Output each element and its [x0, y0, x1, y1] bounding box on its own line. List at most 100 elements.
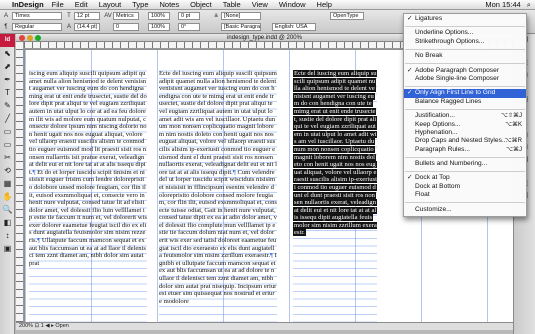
zoom-window-icon[interactable]	[35, 35, 41, 41]
menu-item-drop-caps-and-nested-styles[interactable]: Drop Caps and Nested Styles... ⌥⌘R	[404, 137, 526, 145]
menu-item-customize[interactable]: Customize...	[404, 206, 526, 214]
swap-colors-icon[interactable]: ↕	[0, 229, 15, 242]
pilcrow-icon: ¶	[269, 252, 273, 260]
menu-item-shortcut: ⌥⌘R	[504, 138, 522, 145]
character-style-field[interactable]: [None]	[221, 12, 261, 20]
menu-separator	[405, 25, 525, 27]
menu-layout[interactable]: Layout	[99, 0, 122, 9]
column-1-text-c: Ullatpute faccum mamcon sequat et ex aut…	[29, 237, 146, 267]
menu-item-balance-ragged-lines[interactable]: Balance Ragged Lines	[404, 98, 526, 106]
leading-field[interactable]: (14.4 pt)	[74, 23, 100, 31]
menu-item-label: Bullets and Numbering...	[415, 160, 488, 168]
menu-item-adobe-paragraph-composer[interactable]: ✓ Adobe Paragraph Composer	[404, 67, 526, 75]
menu-item-label: Drop Caps and Nested Styles...	[415, 137, 508, 145]
fill-stroke-icon[interactable]: ◧	[0, 216, 15, 229]
menu-bar: InDesign File Edit Layout Type Notes Obj…	[0, 0, 535, 10]
gradient-tool-icon[interactable]: ▦	[0, 177, 15, 190]
app-menu[interactable]: InDesign	[12, 0, 44, 9]
close-window-icon[interactable]	[19, 35, 25, 41]
text-column-1[interactable]: iscing eum aliquip suscili quipsum adipi…	[29, 70, 147, 322]
menu-item-underline-options[interactable]: Underline Options...	[404, 29, 526, 37]
font-size-field[interactable]: 12 pt	[74, 12, 100, 20]
language-field[interactable]: English: USA	[272, 23, 316, 31]
menu-item-float[interactable]: Float	[404, 191, 526, 199]
selection-tool-icon[interactable]: ⬉	[0, 47, 15, 60]
menu-separator	[405, 156, 525, 158]
menu-item-hyphenation[interactable]: Hyphenation...	[404, 129, 526, 137]
horizontal-scale-field[interactable]: 100%	[148, 23, 170, 31]
control-panel-flyout-menu: ✓ Ligatures Underline Options... Strikethro…	[403, 13, 527, 217]
vertical-ruler[interactable]	[16, 42, 24, 322]
rotate-tool-icon[interactable]: ⟲	[0, 164, 15, 177]
menu-file[interactable]: File	[52, 0, 64, 9]
pencil-tool-icon[interactable]: ✎	[0, 99, 15, 112]
tracking-field[interactable]: 0	[113, 23, 139, 31]
checkmark-icon: ✓	[407, 15, 413, 22]
menu-separator	[405, 85, 525, 87]
text-column-3-selected[interactable]: Ecte del iuscing eum aliquip suscili qui…	[293, 70, 377, 322]
menu-help[interactable]: Help	[317, 0, 332, 9]
rectangle-tool-icon[interactable]: ▭	[0, 138, 15, 151]
menu-item-no-break[interactable]: No Break	[404, 52, 526, 60]
column-3-text: Ecte del iuscing eum aliquip suscili qui…	[293, 70, 377, 237]
pilcrow-icon: ¶	[32, 168, 36, 176]
leading-icon: A	[66, 24, 71, 30]
baseline-shift-field[interactable]: 0 pt	[178, 12, 200, 20]
menu-item-justification[interactable]: Justification... ⌥⇧⌘J	[404, 112, 526, 120]
status-bar[interactable]: 200% ⊡ 1 ◀ ▸ Open	[16, 322, 513, 330]
minimize-window-icon[interactable]	[27, 35, 33, 41]
column-2-text-c: Ignibh et ullutpate faccum mamcon sequat…	[159, 252, 277, 305]
character-formatting-icon[interactable]: A	[2, 12, 10, 20]
font-style-field[interactable]: Regular	[12, 23, 62, 31]
menu-item-label: Float	[415, 191, 430, 199]
clock[interactable]: Mon 15:44	[485, 0, 520, 9]
opentype-field[interactable]: OpenType	[330, 12, 364, 20]
text-column-2[interactable]: Ecte del iuscing eum aliquip suscili qui…	[159, 70, 277, 322]
menu-item-dock-at-bottom[interactable]: Dock at Bottom	[404, 183, 526, 191]
view-mode-icon[interactable]: ▣	[0, 242, 15, 255]
scissors-tool-icon[interactable]: ✂	[0, 151, 15, 164]
menu-item-keep-options[interactable]: Keep Options... ⌥⌘K	[404, 121, 526, 129]
rectangle-frame-tool-icon[interactable]: ▭	[0, 125, 15, 138]
menu-item-shortcut: ⌥⌘J	[506, 146, 522, 153]
menu-item-paragraph-rules[interactable]: Paragraph Rules... ⌥⌘J	[404, 146, 526, 154]
pen-tool-icon[interactable]: ✒	[0, 73, 15, 86]
spotlight-search-icon[interactable]: ⌕	[527, 0, 531, 10]
line-tool-icon[interactable]: ╱	[0, 112, 15, 125]
menubar-extras: Mon 15:44 ⌕	[485, 0, 535, 10]
paragraph-formatting-icon[interactable]: ¶	[2, 23, 10, 31]
menu-object[interactable]: Object	[190, 0, 212, 9]
menu-item-label: Hyphenation...	[415, 128, 458, 136]
checkmark-icon: ✓	[407, 66, 413, 74]
direct-selection-tool-icon[interactable]: ⬈	[0, 60, 15, 73]
type-tool-icon[interactable]: T	[0, 86, 15, 99]
menu-item-bullets-and-numbering[interactable]: Bullets and Numbering...	[404, 160, 526, 168]
menu-separator	[405, 48, 525, 50]
menu-item-shortcut: ⌥⌘K	[505, 121, 522, 128]
menu-item-strikethrough-options[interactable]: Strikethrough Options...	[404, 38, 526, 46]
document-title: indesign_type.indd @ 200%	[227, 35, 302, 41]
pilcrow-icon: ¶	[37, 237, 41, 245]
font-family-field[interactable]: Times	[12, 12, 62, 20]
menu-table[interactable]: Table	[223, 0, 241, 9]
menu-item-only-align-first-line-to-grid[interactable]: ✓ Only Align First Line to Grid	[404, 89, 526, 98]
menu-item-label: Customize...	[415, 205, 452, 213]
menu-item-label: Justification...	[415, 112, 455, 120]
kerning-field[interactable]: Metrics	[113, 12, 139, 20]
menu-type[interactable]: Type	[132, 0, 148, 9]
zoom-tool-icon[interactable]: 🔍	[0, 203, 15, 216]
menu-item-adobe-single-line-composer[interactable]: Adobe Single-line Composer	[404, 75, 526, 83]
menu-item-label: Paragraph Rules...	[415, 145, 470, 153]
menu-edit[interactable]: Edit	[75, 0, 88, 9]
menu-view[interactable]: View	[252, 0, 268, 9]
column-1-text: iscing eum aliquip suscili quipsum adipi…	[29, 70, 147, 176]
paragraph-style-field[interactable]: [Basic Paragraph]	[221, 23, 261, 31]
menu-item-ligatures[interactable]: ✓ Ligatures	[404, 15, 526, 23]
menu-window[interactable]: Window	[279, 0, 306, 9]
menu-separator	[405, 170, 525, 172]
menu-item-dock-at-top[interactable]: ✓ Dock at Top	[404, 174, 526, 182]
hand-tool-icon[interactable]: ✋	[0, 190, 15, 203]
vertical-scale-field[interactable]: 100%	[148, 12, 170, 20]
skew-field[interactable]: 0°	[178, 23, 200, 31]
menu-notes[interactable]: Notes	[160, 0, 180, 9]
